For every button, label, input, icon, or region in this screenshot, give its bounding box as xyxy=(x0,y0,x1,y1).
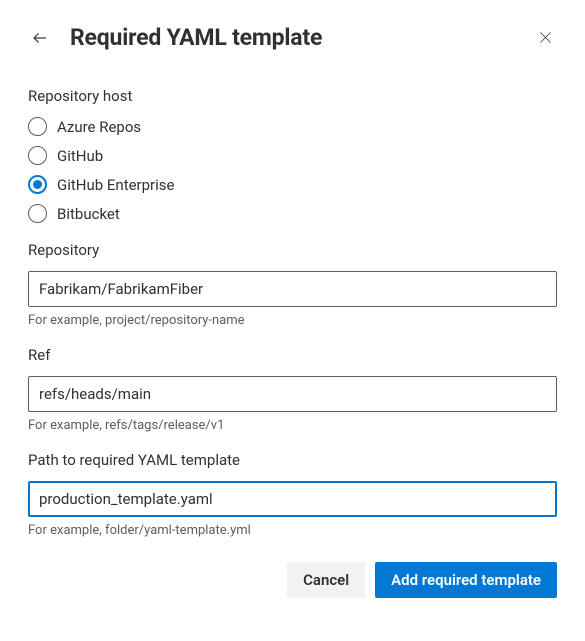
button-row: Cancel Add required template xyxy=(28,562,557,598)
radio-circle-selected-icon xyxy=(28,175,47,194)
add-required-template-button[interactable]: Add required template xyxy=(375,562,557,598)
ref-label: Ref xyxy=(28,346,557,364)
close-icon[interactable] xyxy=(533,26,557,50)
radio-circle-icon xyxy=(28,146,47,165)
radio-label: Azure Repos xyxy=(57,118,141,136)
ref-hint: For example, refs/tags/release/v1 xyxy=(28,418,557,433)
radio-label: Bitbucket xyxy=(57,205,120,223)
repository-hint: For example, project/repository-name xyxy=(28,313,557,328)
radio-github-enterprise[interactable]: GitHub Enterprise xyxy=(28,175,557,194)
back-icon[interactable] xyxy=(28,26,52,50)
radio-azure-repos[interactable]: Azure Repos xyxy=(28,117,557,136)
page-title: Required YAML template xyxy=(70,24,533,51)
path-label: Path to required YAML template xyxy=(28,451,557,469)
path-hint: For example, folder/yaml-template.yml xyxy=(28,523,557,538)
ref-input[interactable] xyxy=(28,376,557,412)
path-input[interactable] xyxy=(28,481,557,517)
repository-input[interactable] xyxy=(28,271,557,307)
radio-label: GitHub xyxy=(57,147,103,165)
radio-dot-icon xyxy=(33,180,42,189)
dialog-header: Required YAML template xyxy=(28,24,557,51)
radio-circle-icon xyxy=(28,117,47,136)
repository-host-radio-group: Azure Repos GitHub GitHub Enterprise Bit… xyxy=(28,117,557,223)
cancel-button[interactable]: Cancel xyxy=(287,562,365,598)
radio-github[interactable]: GitHub xyxy=(28,146,557,165)
radio-label: GitHub Enterprise xyxy=(57,176,175,194)
radio-bitbucket[interactable]: Bitbucket xyxy=(28,204,557,223)
repository-host-label: Repository host xyxy=(28,87,557,105)
radio-circle-icon xyxy=(28,204,47,223)
repository-label: Repository xyxy=(28,241,557,259)
